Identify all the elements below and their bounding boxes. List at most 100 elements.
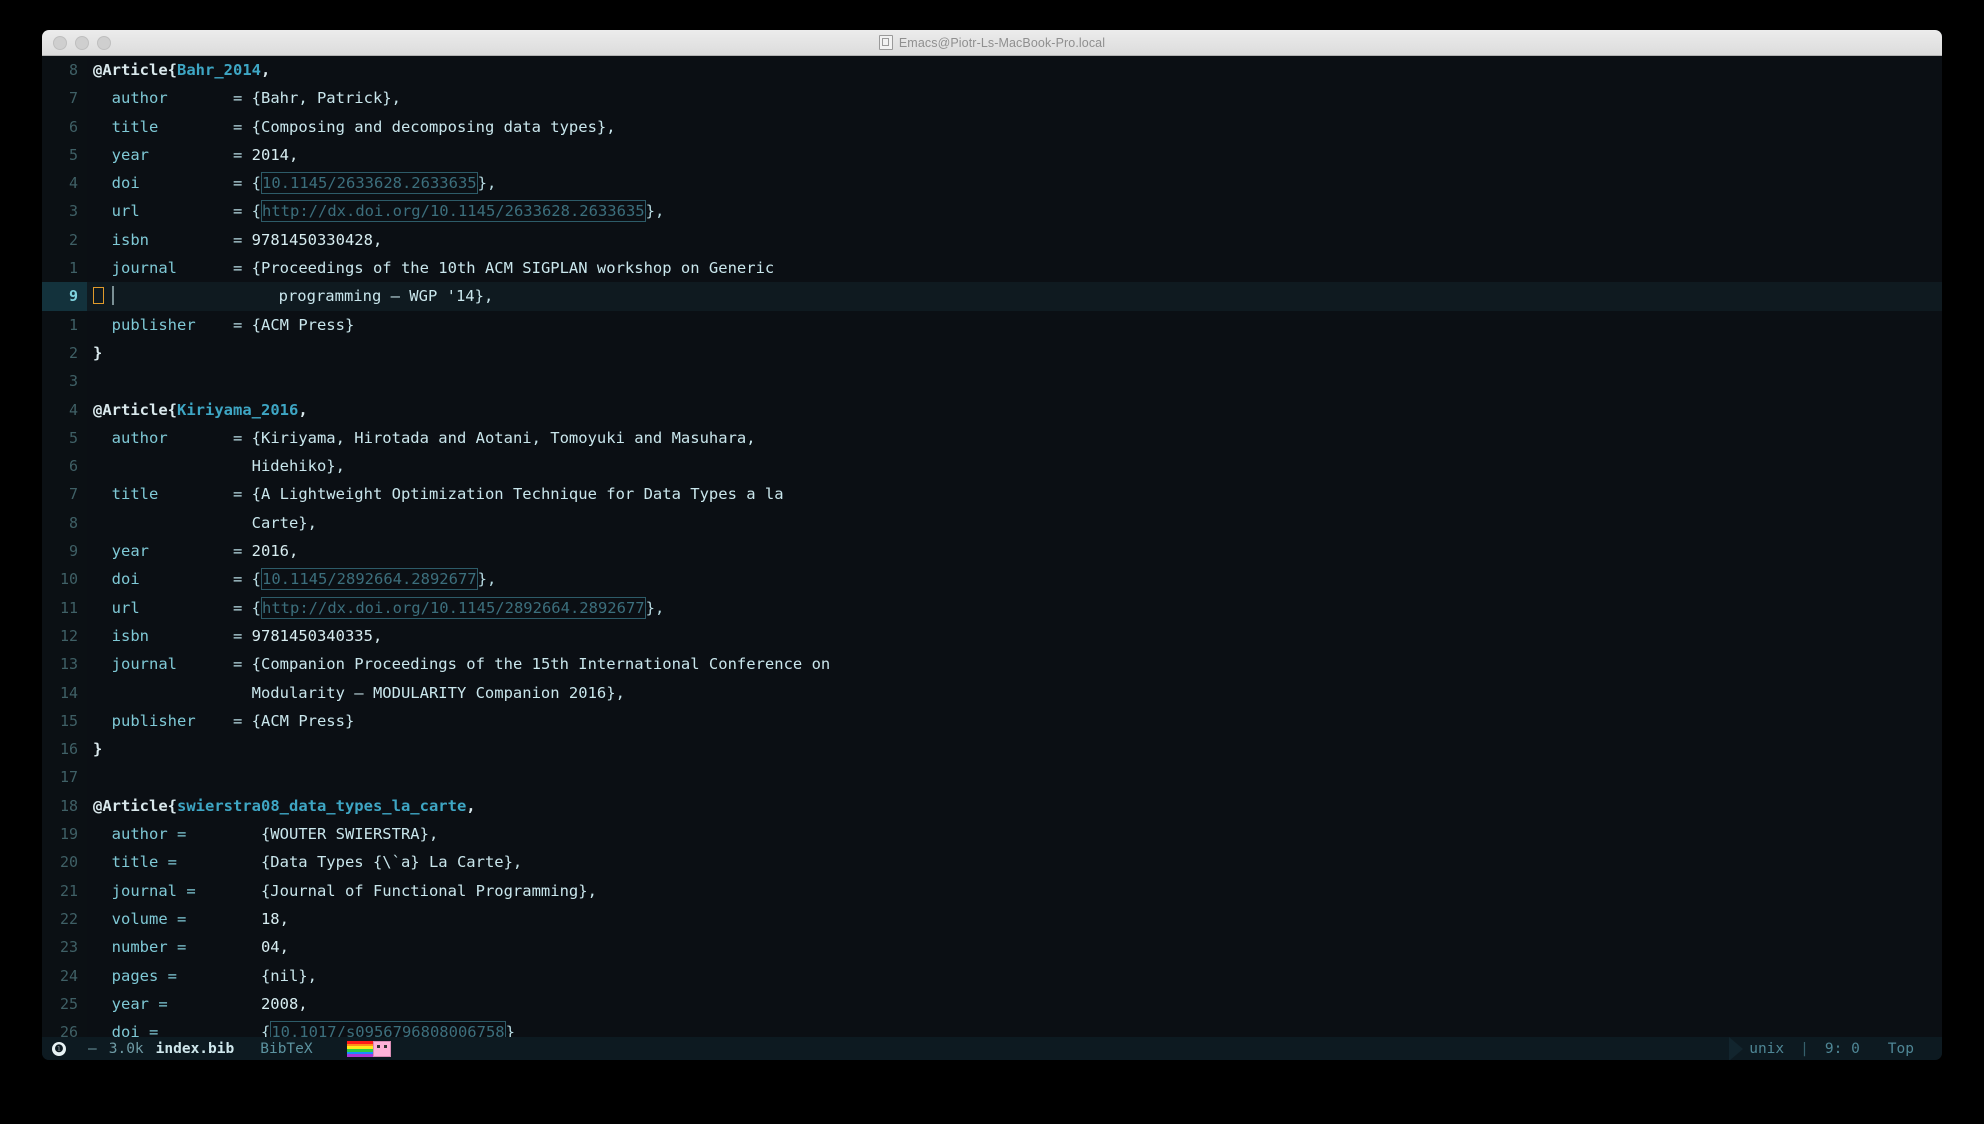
editor-line[interactable]: 5 year = 2014,: [42, 140, 1942, 170]
editor-line[interactable]: 26 doi = {10.1017/s0956796808006758}: [42, 1018, 1942, 1037]
line-content[interactable]: pages = {nil},: [87, 962, 1942, 990]
close-button-icon[interactable]: [53, 35, 67, 50]
line-number: 9: [42, 282, 87, 311]
minimize-button-icon[interactable]: [75, 35, 89, 50]
line-number: 5: [42, 140, 87, 170]
editor-line[interactable]: 9 year = 2016,: [42, 537, 1942, 566]
code-token[interactable]: http://dx.doi.org/10.1145/2633628.263363…: [261, 200, 646, 223]
code-token: },: [477, 174, 497, 193]
line-content[interactable]: Carte},: [87, 509, 1942, 537]
editor-line[interactable]: 12 isbn = 9781450340335,: [42, 621, 1942, 651]
line-content[interactable]: volume = 18,: [87, 905, 1942, 933]
editor-line[interactable]: 2 isbn = 9781450330428,: [42, 225, 1942, 255]
code-token: author: [93, 428, 233, 447]
editor-line[interactable]: 2}: [42, 338, 1942, 368]
line-content[interactable]: url = {http://dx.doi.org/10.1145/2633628…: [87, 197, 1942, 225]
line-number: 2: [42, 338, 87, 368]
line-content[interactable]: url = {http://dx.doi.org/10.1145/2892664…: [87, 594, 1942, 622]
editor-line[interactable]: 1 publisher = {ACM Press}: [42, 310, 1942, 339]
window-title-bar[interactable]: Emacs@Piotr-Ls-MacBook-Pro.local: [42, 30, 1942, 56]
editor-line[interactable]: 7 title = {A Lightweight Optimization Te…: [42, 480, 1942, 509]
editor-line[interactable]: 8 @Article{Bahr_2014,: [42, 56, 1942, 85]
editor-line[interactable]: 17: [42, 763, 1942, 792]
editor-line[interactable]: 22 volume = 18,: [42, 904, 1942, 934]
line-number: 9: [42, 537, 87, 566]
line-content[interactable]: @Article{Kiriyama_2016,: [87, 396, 1942, 424]
editor-line[interactable]: 3: [42, 367, 1942, 396]
code-token[interactable]: http://dx.doi.org/10.1145/2892664.289267…: [261, 596, 646, 619]
line-number: 6: [42, 452, 87, 481]
line-content[interactable]: @Article{swierstra08_data_types_la_carte…: [87, 792, 1942, 820]
line-content[interactable]: isbn = 9781450340335,: [87, 622, 1942, 650]
major-mode-label[interactable]: BibTeX: [260, 1041, 312, 1057]
line-content[interactable]: year = 2016,: [87, 537, 1942, 565]
line-content[interactable]: title = {A Lightweight Optimization Tech…: [87, 480, 1942, 508]
line-content[interactable]: Hidehiko},: [87, 452, 1942, 480]
editor-line[interactable]: 4 doi = {10.1145/2633628.2633635},: [42, 169, 1942, 198]
line-content[interactable]: publisher = {ACM Press}: [87, 311, 1942, 339]
nyan-cat-progress-icon[interactable]: [346, 1040, 391, 1058]
line-content[interactable]: author = {WOUTER SWIERSTRA},: [87, 820, 1942, 848]
code-token[interactable]: 10.1017/s0956796808006758: [270, 1021, 506, 1037]
line-content[interactable]: author = {Kiriyama, Hirotada and Aotani,…: [87, 424, 1942, 452]
code-token: =: [232, 428, 252, 447]
editor-line[interactable]: 24 pages = {nil},: [42, 961, 1942, 990]
cat-icon: [372, 1041, 391, 1057]
editor-line[interactable]: 3 url = {http://dx.doi.org/10.1145/26336…: [42, 197, 1942, 226]
editor-line[interactable]: 8 Carte},: [42, 508, 1942, 538]
code-token: =: [232, 202, 252, 221]
editor-line[interactable]: 4 @Article{Kiriyama_2016,: [42, 395, 1942, 424]
editor-line[interactable]: 5 author = {Kiriyama, Hirotada and Aotan…: [42, 423, 1942, 453]
editor-line[interactable]: 15 publisher = {ACM Press}: [42, 706, 1942, 736]
editor-line[interactable]: 6 title = {Composing and decomposing dat…: [42, 112, 1942, 141]
line-content[interactable]: journal = {Companion Proceedings of the …: [87, 650, 1942, 678]
editor-line[interactable]: 13 journal = {Companion Proceedings of t…: [42, 650, 1942, 679]
editor-line[interactable]: 11 url = {http://dx.doi.org/10.1145/2892…: [42, 593, 1942, 622]
line-content[interactable]: journal = {Journal of Functional Program…: [87, 877, 1942, 905]
editor-buffer[interactable]: 8 @Article{Bahr_2014, 7 author = {Bahr, Pa…: [42, 56, 1942, 1037]
line-content[interactable]: doi = {10.1145/2633628.2633635},: [87, 169, 1942, 197]
editor-line[interactable]: 10 doi = {10.1145/2892664.2892677},: [42, 565, 1942, 594]
editor-line[interactable]: 19 author = {WOUTER SWIERSTRA},: [42, 820, 1942, 849]
emacs-window: Emacs@Piotr-Ls-MacBook-Pro.local 8 @Artic…: [42, 30, 1942, 1060]
line-content[interactable]: isbn = 9781450330428,: [87, 226, 1942, 254]
line-content[interactable]: journal = {Proceedings of the 10th ACM S…: [87, 254, 1942, 282]
editor-line[interactable]: 23 number = 04,: [42, 933, 1942, 962]
code-token[interactable]: 10.1145/2633628.2633635: [261, 172, 478, 195]
line-content[interactable]: title = {Data Types {\`a} La Carte},: [87, 848, 1942, 876]
editor-line[interactable]: 16}: [42, 735, 1942, 764]
line-content[interactable]: publisher = {ACM Press}: [87, 707, 1942, 735]
line-content[interactable]: doi = {10.1145/2892664.2892677},: [87, 565, 1942, 593]
code-token: title: [93, 485, 233, 504]
line-content[interactable]: year = 2008,: [87, 990, 1942, 1018]
code-token: @Article{: [93, 61, 177, 79]
line-content[interactable]: }: [87, 735, 1942, 763]
editor-line[interactable]: 25 year = 2008,: [42, 989, 1942, 1019]
line-content[interactable]: programming – WGP '14},: [87, 282, 1942, 310]
code-token[interactable]: 10.1145/2892664.2892677: [261, 568, 478, 591]
editor-line[interactable]: 14 Modularity – MODULARITY Companion 201…: [42, 678, 1942, 707]
zoom-button-icon[interactable]: [97, 35, 111, 50]
editor-line[interactable]: 20 title = {Data Types {\`a} La Carte},: [42, 848, 1942, 877]
editor-line[interactable]: 1 journal = {Proceedings of the 10th ACM…: [42, 254, 1942, 283]
code-token: ,: [261, 61, 271, 79]
code-token: 18,: [242, 909, 289, 928]
line-content[interactable]: Modularity – MODULARITY Companion 2016},: [87, 679, 1942, 707]
editor-line[interactable]: 6 Hidehiko},: [42, 452, 1942, 481]
line-content[interactable]: @Article{Bahr_2014,: [87, 56, 1942, 84]
editor-line[interactable]: 7 author = {Bahr, Patrick},: [42, 84, 1942, 113]
line-content[interactable]: }: [87, 339, 1942, 367]
line-content[interactable]: year = 2014,: [87, 141, 1942, 169]
code-token: =: [232, 145, 252, 164]
code-token: isbn: [93, 230, 233, 249]
line-content[interactable]: number = 04,: [87, 933, 1942, 961]
mode-line-left: ❶ – 3.0k index.bib BibTeX: [42, 1040, 391, 1058]
editor-line[interactable]: 18 @Article{swierstra08_data_types_la_car…: [42, 791, 1942, 821]
buffer-file-name[interactable]: index.bib: [156, 1041, 235, 1057]
line-content[interactable]: author = {Bahr, Patrick},: [87, 84, 1942, 112]
code-token: {: [251, 598, 261, 617]
line-content[interactable]: doi = {10.1017/s0956796808006758}: [87, 1018, 1942, 1037]
editor-line[interactable]: 9 programming – WGP '14},: [42, 282, 1942, 311]
line-content[interactable]: title = {Composing and decomposing data …: [87, 113, 1942, 141]
editor-line[interactable]: 21 journal = {Journal of Functional Prog…: [42, 876, 1942, 905]
